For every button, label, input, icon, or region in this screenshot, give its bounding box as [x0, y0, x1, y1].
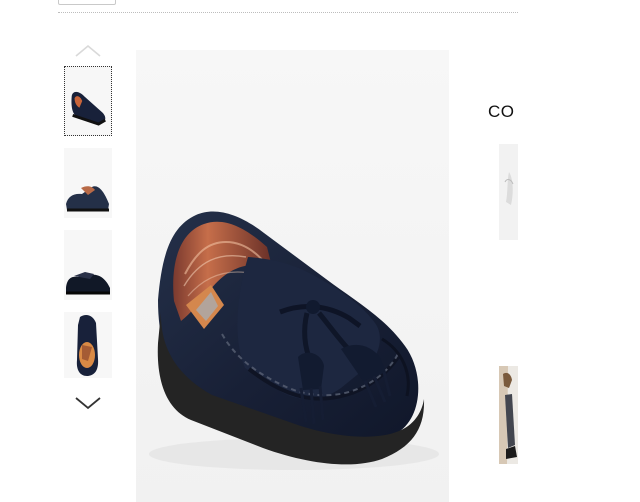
top-control-button[interactable] — [58, 0, 116, 5]
thumbnail-2[interactable] — [64, 148, 112, 218]
shoe-top-thumbnail-icon — [64, 312, 112, 378]
section-divider — [58, 12, 518, 13]
thumbnail-3[interactable] — [64, 230, 112, 300]
side-panel-heading: CO — [488, 102, 515, 121]
shoe-profile-thumbnail-icon — [64, 230, 112, 300]
thumbnail-4[interactable] — [64, 312, 112, 378]
side-product-image-1[interactable] — [499, 144, 518, 240]
side-product-image-2[interactable] — [499, 366, 518, 464]
navy-suede-tassel-loafer-icon — [149, 211, 439, 470]
shoe-side-thumbnail-icon — [64, 148, 112, 218]
shoe-angle-thumbnail-icon — [65, 67, 111, 135]
chevron-up-icon[interactable] — [74, 44, 102, 58]
model-product-icon — [499, 366, 518, 464]
main-product-image[interactable] — [136, 50, 449, 502]
clothing-product-icon — [499, 144, 518, 240]
chevron-down-icon[interactable] — [74, 396, 102, 410]
thumbnail-1[interactable] — [64, 66, 112, 136]
